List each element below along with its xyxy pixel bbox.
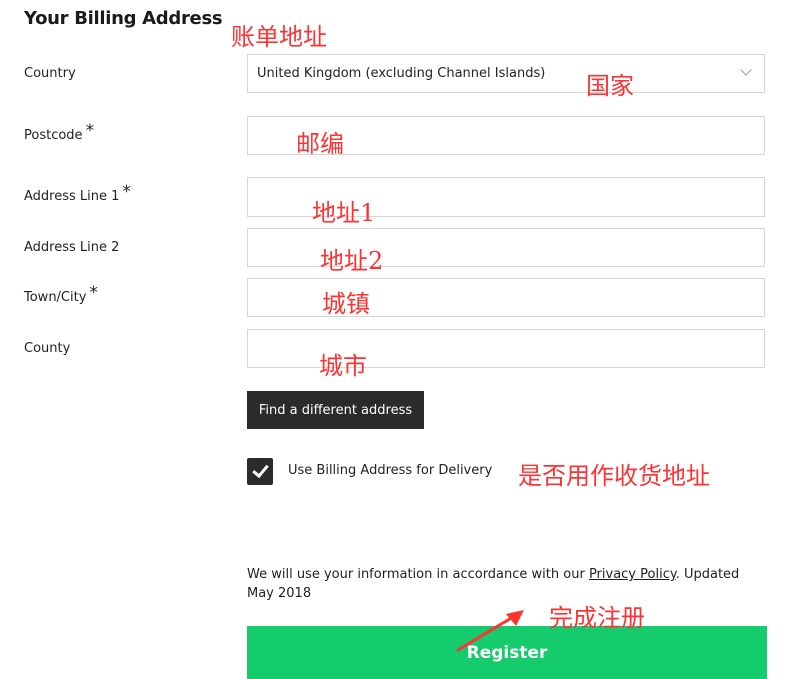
address-line-1-label: Address Line 1 * (24, 182, 131, 205)
privacy-notice: We will use your information in accordan… (247, 565, 767, 603)
address-line-2-label-text: Address Line 2 (24, 240, 120, 255)
find-different-address-button[interactable]: Find a different address (247, 391, 424, 429)
county-label-text: County (24, 341, 71, 356)
annotation-postcode: 邮编 (296, 130, 344, 158)
use-billing-for-delivery-label[interactable]: Use Billing Address for Delivery (288, 463, 492, 478)
privacy-notice-text: We will use your information in accordan… (247, 567, 589, 582)
county-label: County (24, 341, 70, 356)
annotation-complete-registration: 完成注册 (549, 604, 645, 632)
annotation-arrow-icon (456, 610, 524, 652)
use-billing-for-delivery-checkbox[interactable] (247, 458, 273, 485)
checkmark-icon (252, 460, 269, 479)
town-city-label-text: Town/City (24, 290, 87, 305)
annotation-use-as-delivery: 是否用作收货地址 (518, 462, 710, 490)
annotation-address-line-1: 地址1 (312, 199, 376, 227)
address-line-1-label-text: Address Line 1 (24, 189, 120, 204)
country-label: Country (24, 66, 76, 81)
address-line-2-label: Address Line 2 (24, 240, 119, 255)
page-title: Your Billing Address (24, 8, 223, 29)
annotation-billing-address: 账单地址 (231, 23, 327, 51)
postcode-label-text: Postcode (24, 128, 83, 143)
town-city-label: Town/City * (24, 283, 98, 306)
country-select-value: United Kingdom (excluding Channel Island… (257, 66, 546, 81)
country-select[interactable]: United Kingdom (excluding Channel Island… (247, 54, 765, 93)
privacy-policy-link[interactable]: Privacy Policy (589, 567, 676, 582)
chevron-down-icon (740, 64, 752, 76)
annotation-country: 国家 (586, 72, 634, 100)
postcode-label: Postcode * (24, 121, 95, 144)
required-marker: * (89, 283, 98, 303)
required-marker: * (122, 182, 131, 202)
annotation-address-line-2: 地址2 (320, 247, 384, 275)
country-label-text: Country (24, 66, 76, 81)
annotation-town: 城镇 (322, 290, 370, 318)
annotation-county: 城市 (319, 352, 367, 380)
required-marker: * (85, 121, 95, 141)
